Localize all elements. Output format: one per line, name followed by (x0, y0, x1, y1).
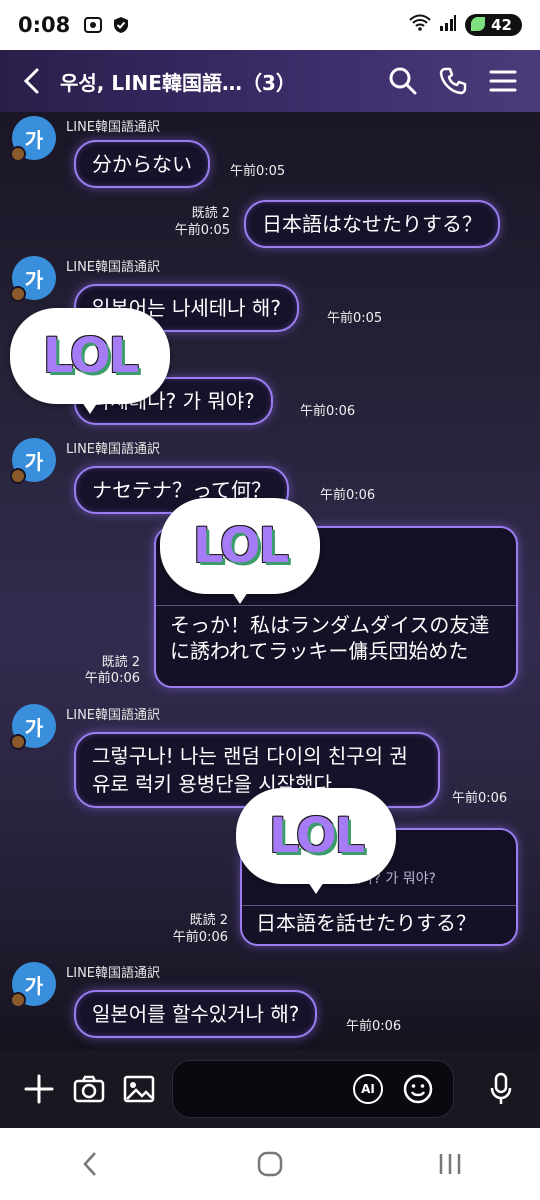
battery-indicator: 42 (465, 14, 522, 36)
signal-icon (439, 14, 457, 36)
message-text: 日本語を話せたりする？ (256, 911, 476, 935)
menu-button[interactable] (478, 59, 528, 103)
avatar[interactable]: 가 (10, 256, 56, 302)
read-receipt: 既読 2 (191, 206, 230, 221)
nav-back-icon (83, 1152, 96, 1176)
nav-recents-button[interactable] (420, 1139, 480, 1189)
search-icon (389, 67, 417, 95)
bear-badge-icon (10, 468, 26, 484)
avatar[interactable]: 가 (10, 438, 56, 484)
bear-badge-icon (10, 734, 26, 750)
message-time: 午前0:06 (346, 1019, 402, 1034)
input-bar: AI (0, 1050, 540, 1128)
message-time: 午前0:06 (172, 930, 228, 945)
shield-icon (110, 14, 132, 36)
sender-name: LINE韓国語通訳 (66, 966, 161, 981)
avatar[interactable]: 가 (10, 116, 56, 162)
bear-badge-icon (10, 146, 26, 162)
camera-icon (73, 1075, 105, 1103)
message-time: 午前0:05 (230, 164, 286, 179)
battery-level: 42 (491, 16, 512, 34)
message-time: 午前0:05 (174, 223, 230, 238)
nav-home-button[interactable] (240, 1139, 300, 1189)
add-button[interactable] (14, 1064, 64, 1114)
chat-area[interactable]: 가 LINE韓国語通訳 分からない 午前0:05 既読 2 午前0:05 日本語… (0, 112, 540, 1050)
bear-badge-icon (10, 992, 26, 1008)
sender-name: LINE韓国語通訳 (66, 708, 161, 723)
chat-header: 우성, LINE韓国語…（3） (0, 50, 540, 112)
wifi-icon (409, 14, 431, 36)
bear-badge-icon (10, 286, 26, 302)
camera-button[interactable] (64, 1064, 114, 1114)
chat-title: 우성, LINE韓国語…（3） (60, 70, 296, 95)
hamburger-icon (489, 70, 517, 92)
call-button[interactable] (428, 59, 478, 103)
image-icon (123, 1075, 155, 1103)
message-time: 午前0:06 (452, 791, 508, 806)
nav-recents-icon (439, 1154, 461, 1174)
nav-back-button[interactable] (60, 1139, 120, 1189)
microphone-icon (490, 1072, 512, 1104)
lol-sticker: LOL (10, 308, 170, 414)
read-receipt: 既読 2 (101, 655, 140, 670)
ai-button[interactable]: AI (353, 1074, 383, 1104)
back-button[interactable] (12, 61, 52, 101)
message-bubble-sent[interactable]: 日本語はなせたりする？ (244, 200, 500, 248)
phone-icon (439, 67, 467, 95)
message-input[interactable]: AI (172, 1060, 454, 1118)
lol-sticker: LOL (160, 498, 320, 604)
screenshot-icon (82, 14, 104, 36)
search-button[interactable] (378, 59, 428, 103)
status-time: 0:08 (18, 13, 71, 37)
plus-icon (24, 1074, 54, 1104)
power-saving-icon (471, 17, 486, 31)
nav-home-icon (257, 1151, 283, 1177)
sender-name: LINE韓国語通訳 (66, 120, 161, 135)
sender-name: LINE韓国語通訳 (66, 260, 161, 275)
message-text: そっか！私はランダムダイスの友達に誘われてラッキー傭兵団始めた (170, 613, 490, 663)
system-nav-bar (0, 1128, 540, 1200)
message-time: 午前0:05 (327, 311, 383, 326)
avatar[interactable]: 가 (10, 962, 56, 1008)
message-bubble[interactable]: 分からない (74, 140, 210, 188)
sender-name: LINE韓国語通訳 (66, 442, 161, 457)
message-time: 午前0:06 (84, 671, 140, 686)
read-receipt: 既読 2 (189, 913, 228, 928)
emoji-icon[interactable] (403, 1074, 433, 1104)
voice-button[interactable] (476, 1064, 526, 1114)
chevron-left-icon (23, 68, 39, 94)
lol-sticker: LOL (236, 788, 396, 894)
status-bar: 0:08 42 (0, 0, 540, 50)
avatar[interactable]: 가 (10, 704, 56, 750)
message-time: 午前0:06 (300, 404, 356, 419)
message-bubble[interactable]: 일본어를 할수있거나 해? (74, 990, 318, 1038)
message-time: 午前0:06 (320, 488, 376, 503)
gallery-button[interactable] (114, 1064, 164, 1114)
